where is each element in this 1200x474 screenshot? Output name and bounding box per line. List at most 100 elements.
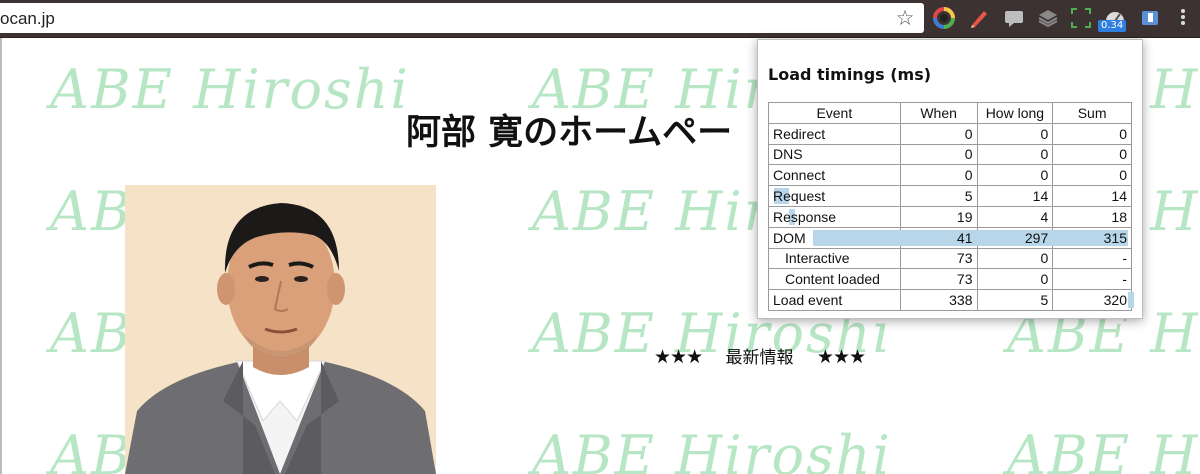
table-row: Response 19 4 18: [768, 205, 1132, 228]
cell-sum: 18: [1052, 205, 1132, 228]
column-header-when: When: [899, 102, 978, 124]
cell-text: Request: [773, 188, 826, 205]
load-timings-table: Event When How long Sum Redirect 0 0 0 DNS 0 0…: [768, 102, 1134, 311]
cell-when: 73: [899, 247, 978, 270]
screenshot-icon[interactable]: [1070, 7, 1092, 29]
cell-text: 297: [1024, 229, 1049, 246]
column-header-event: Event: [768, 102, 901, 124]
cell-text: 0: [1040, 146, 1049, 163]
address-bar[interactable]: ocan.jp ☆: [0, 3, 924, 33]
browser-menu-icon[interactable]: [1176, 7, 1190, 29]
cell-when: 0: [899, 143, 978, 166]
cell-how-long: 0: [976, 143, 1054, 166]
cell-how-long: 0: [976, 122, 1054, 145]
cell-text: 73: [956, 271, 973, 288]
cell-text: 18: [1111, 208, 1127, 225]
table-row: Interactive 73 0 -: [768, 247, 1132, 270]
load-time-badge: 0.34: [1098, 20, 1127, 32]
cell-text: 14: [1111, 188, 1127, 205]
cell-text: DOM: [773, 229, 806, 246]
cell-event: Content loaded: [768, 268, 901, 291]
url-text: ocan.jp: [0, 9, 55, 28]
cell-text: 5: [1040, 292, 1049, 309]
cell-sum: 14: [1052, 185, 1132, 207]
table-row: Content loaded 73 0 -: [768, 268, 1132, 291]
portrait-photo: [125, 185, 436, 474]
cell-text: 0: [1040, 125, 1049, 142]
cell-text: DNS: [773, 146, 803, 163]
cell-event: Load event: [768, 289, 1134, 311]
cell-text: 315: [1103, 229, 1127, 246]
cell-text: Redirect: [773, 125, 826, 142]
cell-text: 0: [964, 125, 973, 142]
news-label: 最新情報: [725, 348, 794, 368]
cell-text: -: [1122, 250, 1127, 267]
cell-event: Interactive: [768, 247, 901, 270]
cell-sum: -: [1052, 268, 1132, 291]
cell-text: 73: [956, 250, 973, 267]
layers-icon[interactable]: [1037, 7, 1059, 29]
load-timings-popup: Load timings (ms) Event When How long Su…: [757, 39, 1143, 319]
browser-toolbar: ocan.jp ☆ 0.34: [0, 0, 1200, 38]
cell-when: 73: [899, 268, 978, 291]
cell-how-long: 4: [976, 205, 1054, 228]
watermark-text: ABE Hiroshi: [532, 424, 892, 474]
column-header-sum: Sum: [1052, 102, 1132, 124]
table-row: Connect 0 0 0: [768, 164, 1132, 187]
cell-text: Response: [773, 208, 837, 225]
cell-how-long: 0: [976, 164, 1054, 187]
cell-text: 0: [1119, 146, 1127, 163]
cell-text: Interactive: [785, 250, 850, 267]
cell-text: Connect: [773, 167, 826, 184]
cell-text: 14: [1032, 188, 1049, 205]
cell-text: 0: [1040, 250, 1049, 267]
bookmark-star-icon[interactable]: ☆: [894, 6, 916, 30]
bookmark-icon[interactable]: [1139, 7, 1161, 29]
cell-text: 0: [1040, 167, 1049, 184]
cell-sum: 0: [1052, 164, 1132, 187]
table-header-row: Event When How long Sum: [768, 102, 1132, 124]
cell-how-long: 14: [976, 185, 1054, 207]
cell-text: -: [1122, 271, 1127, 288]
watermark-text: ABE Hiroshi: [50, 58, 410, 121]
color-wheel-icon[interactable]: [933, 7, 955, 29]
cell-text: 19: [956, 208, 973, 225]
cell-text: 41: [956, 229, 973, 246]
cell-text: 0: [1119, 125, 1127, 142]
cell-sum: 320: [1052, 289, 1132, 311]
cell-when: 19: [899, 205, 978, 228]
table-row: Load event 338 5 320: [768, 289, 1134, 311]
cell-when: 0: [899, 164, 978, 187]
cell-text: Load event: [773, 292, 843, 309]
cell-when: 41: [899, 226, 978, 249]
cell-event: Request: [768, 185, 901, 207]
cell-when: 0: [899, 122, 978, 145]
news-stars-left: ★★★: [654, 346, 703, 368]
news-heading: ★★★ 最新情報 ★★★: [654, 343, 866, 368]
table-row: Redirect 0 0 0: [768, 122, 1132, 145]
cell-event: Connect: [768, 164, 901, 187]
chat-icon[interactable]: [1003, 7, 1025, 29]
cell-text: 0: [964, 167, 973, 184]
cell-sum: 0: [1052, 143, 1132, 166]
watermark-text: ABE Hiroshi: [1007, 424, 1200, 474]
page-title: 阿部 寛のホームペー: [406, 113, 733, 153]
cell-event: Response: [768, 205, 901, 228]
cell-text: 0: [1119, 167, 1127, 184]
cell-text: 4: [1040, 208, 1049, 225]
cell-how-long: 297: [976, 226, 1054, 249]
cell-how-long: 0: [976, 247, 1054, 270]
table-row: DOM 41 297 315: [768, 226, 1132, 249]
cell-sum: 0: [1052, 122, 1132, 145]
cell-text: 338: [949, 292, 973, 309]
table-row: DNS 0 0 0: [768, 143, 1132, 166]
cell-event: DOM: [768, 226, 1128, 249]
cell-event: Redirect: [768, 122, 901, 145]
cell-text: 0: [964, 146, 973, 163]
pen-icon[interactable]: [968, 7, 990, 29]
cell-text: Content loaded: [785, 271, 880, 288]
popup-title: Load timings (ms): [768, 65, 932, 84]
cell-text: 5: [964, 188, 973, 205]
cell-text: 0: [1040, 271, 1049, 288]
cell-sum: -: [1052, 247, 1132, 270]
